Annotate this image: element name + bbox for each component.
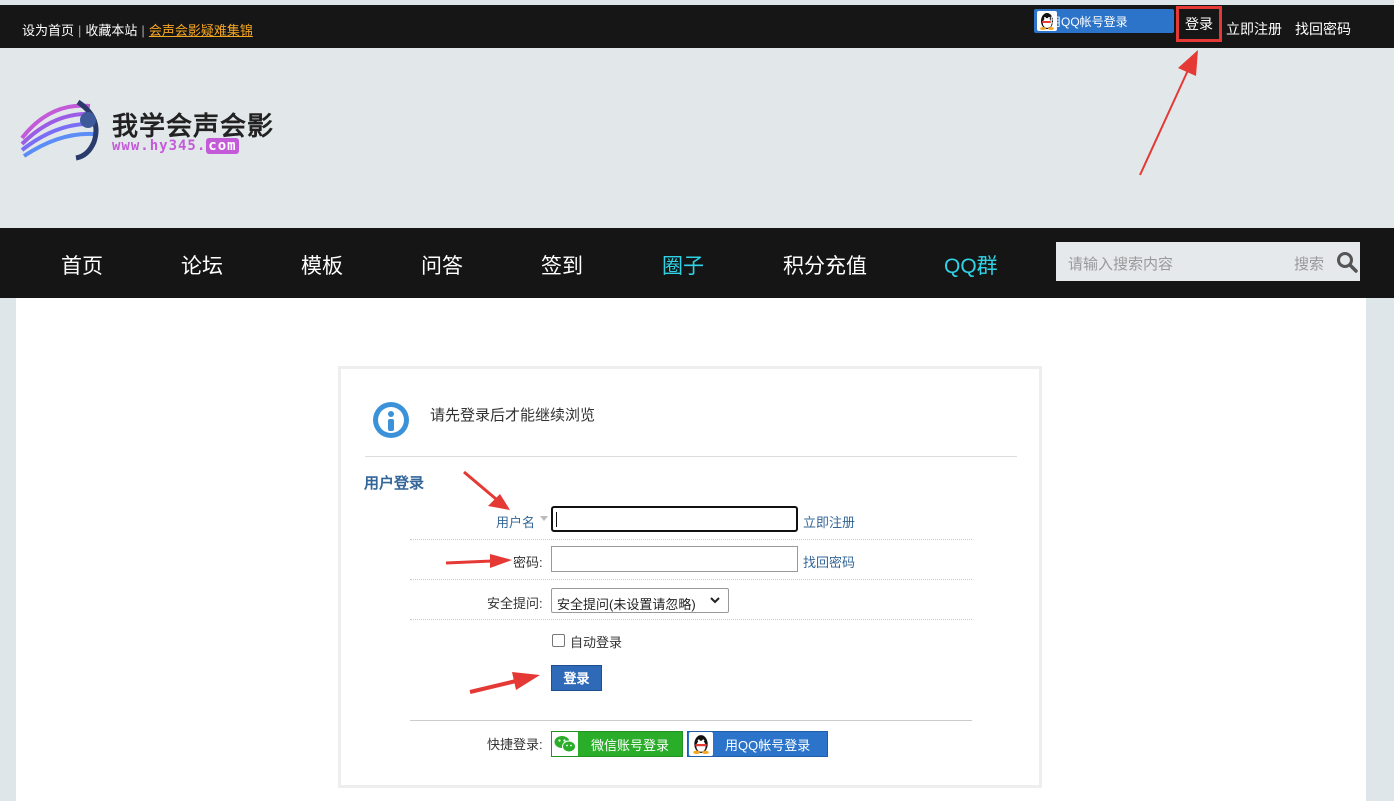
auto-login-checkbox[interactable] — [552, 634, 565, 647]
info-icon — [373, 402, 409, 438]
find-password-link[interactable]: 找回密码 — [1295, 19, 1351, 39]
password-input[interactable] — [551, 546, 798, 572]
find-password-link-form[interactable]: 找回密码 — [803, 552, 855, 571]
row-divider — [410, 579, 972, 580]
nav-templates[interactable]: 模板 — [301, 250, 343, 280]
register-link[interactable]: 立即注册 — [1226, 19, 1282, 39]
username-label[interactable]: 用户名 — [496, 512, 535, 531]
security-question-select[interactable]: 安全提问(未设置请忽略) — [551, 588, 729, 613]
qq-login-button[interactable]: 用QQ帐号登录 — [687, 731, 828, 757]
login-panel — [338, 366, 1042, 788]
username-input[interactable] — [551, 506, 798, 532]
top-links: 设为首页 | 收藏本站 | 会声会影疑难集锦 — [22, 20, 253, 39]
nav-recharge[interactable]: 积分充值 — [783, 250, 867, 280]
chevron-down-icon — [710, 597, 720, 604]
security-question-value: 安全提问(未设置请忽略) — [557, 597, 696, 612]
nav-home[interactable]: 首页 — [61, 250, 103, 280]
qq-login-top-label: 用QQ帐号登录 — [1049, 14, 1128, 29]
wechat-icon — [552, 732, 578, 756]
divider — [410, 720, 972, 721]
nav-circle[interactable]: 圈子 — [662, 250, 704, 280]
dropdown-arrow-icon[interactable] — [540, 516, 548, 522]
login-link[interactable]: 登录 — [1176, 6, 1222, 42]
search-icon[interactable] — [1336, 251, 1358, 273]
qq-login-top-button[interactable]: 用QQ帐号登录 — [1034, 9, 1174, 33]
nav-checkin[interactable]: 签到 — [541, 250, 583, 280]
register-link-form[interactable]: 立即注册 — [803, 512, 855, 531]
site-logo[interactable]: 我学会声会影 www.hy345. com — [20, 98, 280, 162]
wechat-login-label: 微信账号登录 — [591, 737, 670, 753]
nav-qa[interactable]: 问答 — [421, 250, 463, 280]
row-divider — [410, 619, 972, 620]
password-label: 密码: — [513, 555, 543, 570]
bookmark-link[interactable]: 收藏本站 — [85, 23, 137, 38]
set-home-link[interactable]: 设为首页 — [22, 23, 74, 38]
search-input[interactable]: 请输入搜索内容 — [1068, 253, 1173, 274]
divider — [365, 456, 1017, 457]
qq-login-label: 用QQ帐号登录 — [725, 737, 811, 753]
auto-login-label[interactable]: 自动登录 — [570, 632, 622, 651]
top-bar: 设为首页 | 收藏本站 | 会声会影疑难集锦 用QQ帐号登录 登录 立即注册 找回密码 — [0, 5, 1394, 48]
nav-forum[interactable]: 论坛 — [181, 250, 223, 280]
logo-url: www.hy345. com — [112, 138, 239, 154]
qq-penguin-icon — [689, 732, 713, 756]
logo-url-suffix: com — [206, 138, 239, 154]
logo-graphic-icon — [20, 99, 99, 161]
quick-login-label: 快捷登录: — [487, 737, 543, 752]
login-button[interactable]: 登录 — [551, 665, 602, 691]
login-required-message: 请先登录后才能继续浏览 — [430, 407, 596, 424]
row-divider — [410, 539, 972, 540]
security-question-label: 安全提问: — [487, 596, 543, 611]
separator: | — [141, 23, 145, 38]
search-box: 请输入搜索内容 搜索 — [1056, 242, 1360, 281]
logo-url-prefix: www.hy345. — [112, 138, 207, 154]
faq-link[interactable]: 会声会影疑难集锦 — [149, 23, 253, 38]
search-button[interactable]: 搜索 — [1294, 253, 1324, 274]
nav-qq-group[interactable]: QQ群 — [944, 250, 998, 280]
user-login-title: 用户登录 — [364, 475, 425, 492]
wechat-login-button[interactable]: 微信账号登录 — [551, 731, 683, 757]
separator: | — [78, 23, 82, 38]
